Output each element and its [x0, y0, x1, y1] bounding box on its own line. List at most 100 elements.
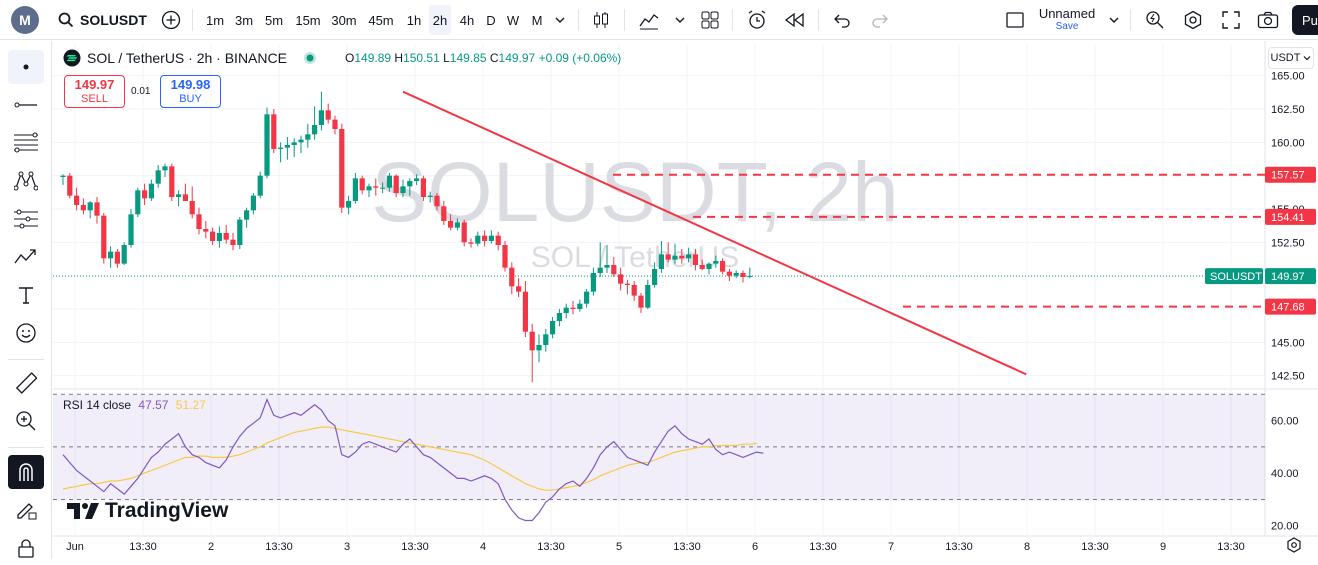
layouts-button[interactable]: [697, 0, 723, 40]
brush-tool[interactable]: [8, 240, 44, 274]
tf-4h[interactable]: 4h: [456, 0, 478, 40]
rsi-legend[interactable]: RSI 14 close 47.57 51.27: [63, 398, 206, 412]
candle-body: [244, 210, 250, 220]
candle-body: [543, 334, 549, 345]
candle-body: [284, 145, 290, 148]
tf-45m[interactable]: 45m: [366, 0, 396, 40]
chart-settings-button[interactable]: [1281, 532, 1307, 558]
candle-body: [509, 267, 515, 287]
tf-15m[interactable]: 15m: [294, 0, 322, 40]
symbol-search[interactable]: SOLUSDT: [58, 0, 158, 40]
candle-body: [726, 271, 732, 276]
ohlc-low: 149.85: [449, 51, 487, 65]
zoom-tool[interactable]: [8, 404, 44, 438]
projection-tool[interactable]: [8, 202, 44, 236]
candle-style-button[interactable]: [588, 0, 614, 40]
candle-body: [325, 110, 331, 120]
spread-value: 0.01: [131, 86, 151, 97]
redo-button[interactable]: [868, 0, 892, 40]
trendline-tool[interactable]: [8, 88, 44, 122]
measure-tool[interactable]: [8, 366, 44, 400]
tf-30m[interactable]: 30m: [330, 0, 358, 40]
candle-body: [461, 222, 467, 243]
sell-button[interactable]: 149.97 SELL: [64, 75, 125, 108]
candle-body: [529, 331, 535, 351]
lock-tool[interactable]: [8, 531, 44, 565]
candle-body: [128, 214, 134, 245]
tf-d[interactable]: D: [483, 0, 499, 40]
candle-body: [482, 235, 488, 241]
candle-body: [339, 129, 345, 208]
candle-body: [148, 183, 154, 199]
candle-body: [448, 221, 454, 228]
fullscreen-button[interactable]: [1218, 0, 1244, 40]
plus-circle-icon: [161, 10, 181, 30]
layout-select-checkbox[interactable]: [1003, 0, 1027, 40]
tf-1m[interactable]: 1m: [205, 0, 225, 40]
sell-label: SELL: [81, 93, 108, 105]
symbol-legend[interactable]: SOL / TetherUS · 2h · BINANCE: [63, 49, 317, 67]
tf-3m[interactable]: 3m: [233, 0, 255, 40]
candle-body: [441, 206, 447, 221]
time-axis: Jun 13:30 2 13:30 3 13:30 4 13:30 5 13:30 6 13:30 7 1…: [66, 541, 1245, 553]
magnet-tool[interactable]: [8, 455, 44, 489]
layout-name-label: Unnamed: [1038, 6, 1096, 21]
candle-body: [604, 265, 610, 268]
chart-canvas[interactable]: SOLUSDT, 2h SOL / TetherUS 165.00162.501…: [53, 41, 1318, 559]
indicators-button[interactable]: [636, 0, 662, 40]
candle-body: [550, 321, 556, 335]
candle-body: [686, 254, 692, 259]
cursor-tool[interactable]: [8, 50, 44, 84]
alert-button[interactable]: [744, 0, 770, 40]
layout-name[interactable]: Unnamed Save: [1034, 0, 1100, 40]
chart-area[interactable]: SOLUSDT, 2h SOL / TetherUS 165.00 162.50 1…: [53, 41, 1318, 559]
candle-body: [142, 190, 148, 199]
pattern-tool[interactable]: [8, 164, 44, 198]
buy-button[interactable]: 149.98 BUY: [160, 75, 221, 108]
drawing-mode-tool[interactable]: [8, 493, 44, 527]
candle-body: [536, 345, 542, 351]
emoji-tool[interactable]: [8, 316, 44, 350]
quick-search-button[interactable]: [1142, 0, 1168, 40]
tf-2h[interactable]: 2h: [429, 5, 451, 35]
time-tick-label: 5: [616, 541, 622, 553]
candle-body: [352, 178, 358, 201]
rsi-ma-value: 51.27: [175, 398, 206, 412]
candle-body: [502, 245, 508, 268]
ohlc-open: 149.89: [354, 51, 392, 65]
chevron-down-icon: [1304, 56, 1311, 61]
indicators-dropdown[interactable]: [672, 0, 688, 40]
settings-button[interactable]: [1180, 0, 1206, 40]
replay-button[interactable]: [782, 0, 808, 40]
timeframe-dropdown[interactable]: [552, 0, 568, 40]
ruler-icon: [15, 372, 37, 394]
candle-body: [563, 307, 569, 313]
time-tick-label: 8: [1024, 541, 1030, 553]
layout-dropdown[interactable]: [1106, 0, 1122, 40]
tradingview-logo[interactable]: TradingView: [67, 499, 228, 523]
tf-w[interactable]: W: [505, 0, 521, 40]
candle-body: [216, 233, 222, 241]
undo-button[interactable]: [830, 0, 854, 40]
compare-add-button[interactable]: [160, 0, 182, 40]
rsi-value: 47.57: [138, 398, 169, 412]
rsi-tick-label: 20.00: [1271, 521, 1299, 533]
text-tool[interactable]: [8, 278, 44, 312]
candle-body: [121, 245, 127, 264]
currency-selector[interactable]: USDT: [1268, 47, 1314, 69]
snapshot-button[interactable]: [1255, 0, 1281, 40]
candle-body: [692, 254, 698, 265]
candle-body: [720, 261, 726, 272]
tf-5m[interactable]: 5m: [263, 0, 285, 40]
brand-name: TradingView: [105, 499, 229, 522]
candle-body: [264, 114, 270, 176]
profile-avatar[interactable]: M: [8, 0, 42, 40]
publish-button[interactable]: Pu: [1292, 5, 1318, 35]
tf-m[interactable]: M: [529, 0, 545, 40]
candle-body: [658, 254, 664, 269]
candle-body: [332, 119, 338, 129]
candle-body: [203, 229, 209, 232]
tf-1h[interactable]: 1h: [403, 0, 425, 40]
candle-body: [414, 178, 420, 181]
fib-tool[interactable]: [8, 126, 44, 160]
